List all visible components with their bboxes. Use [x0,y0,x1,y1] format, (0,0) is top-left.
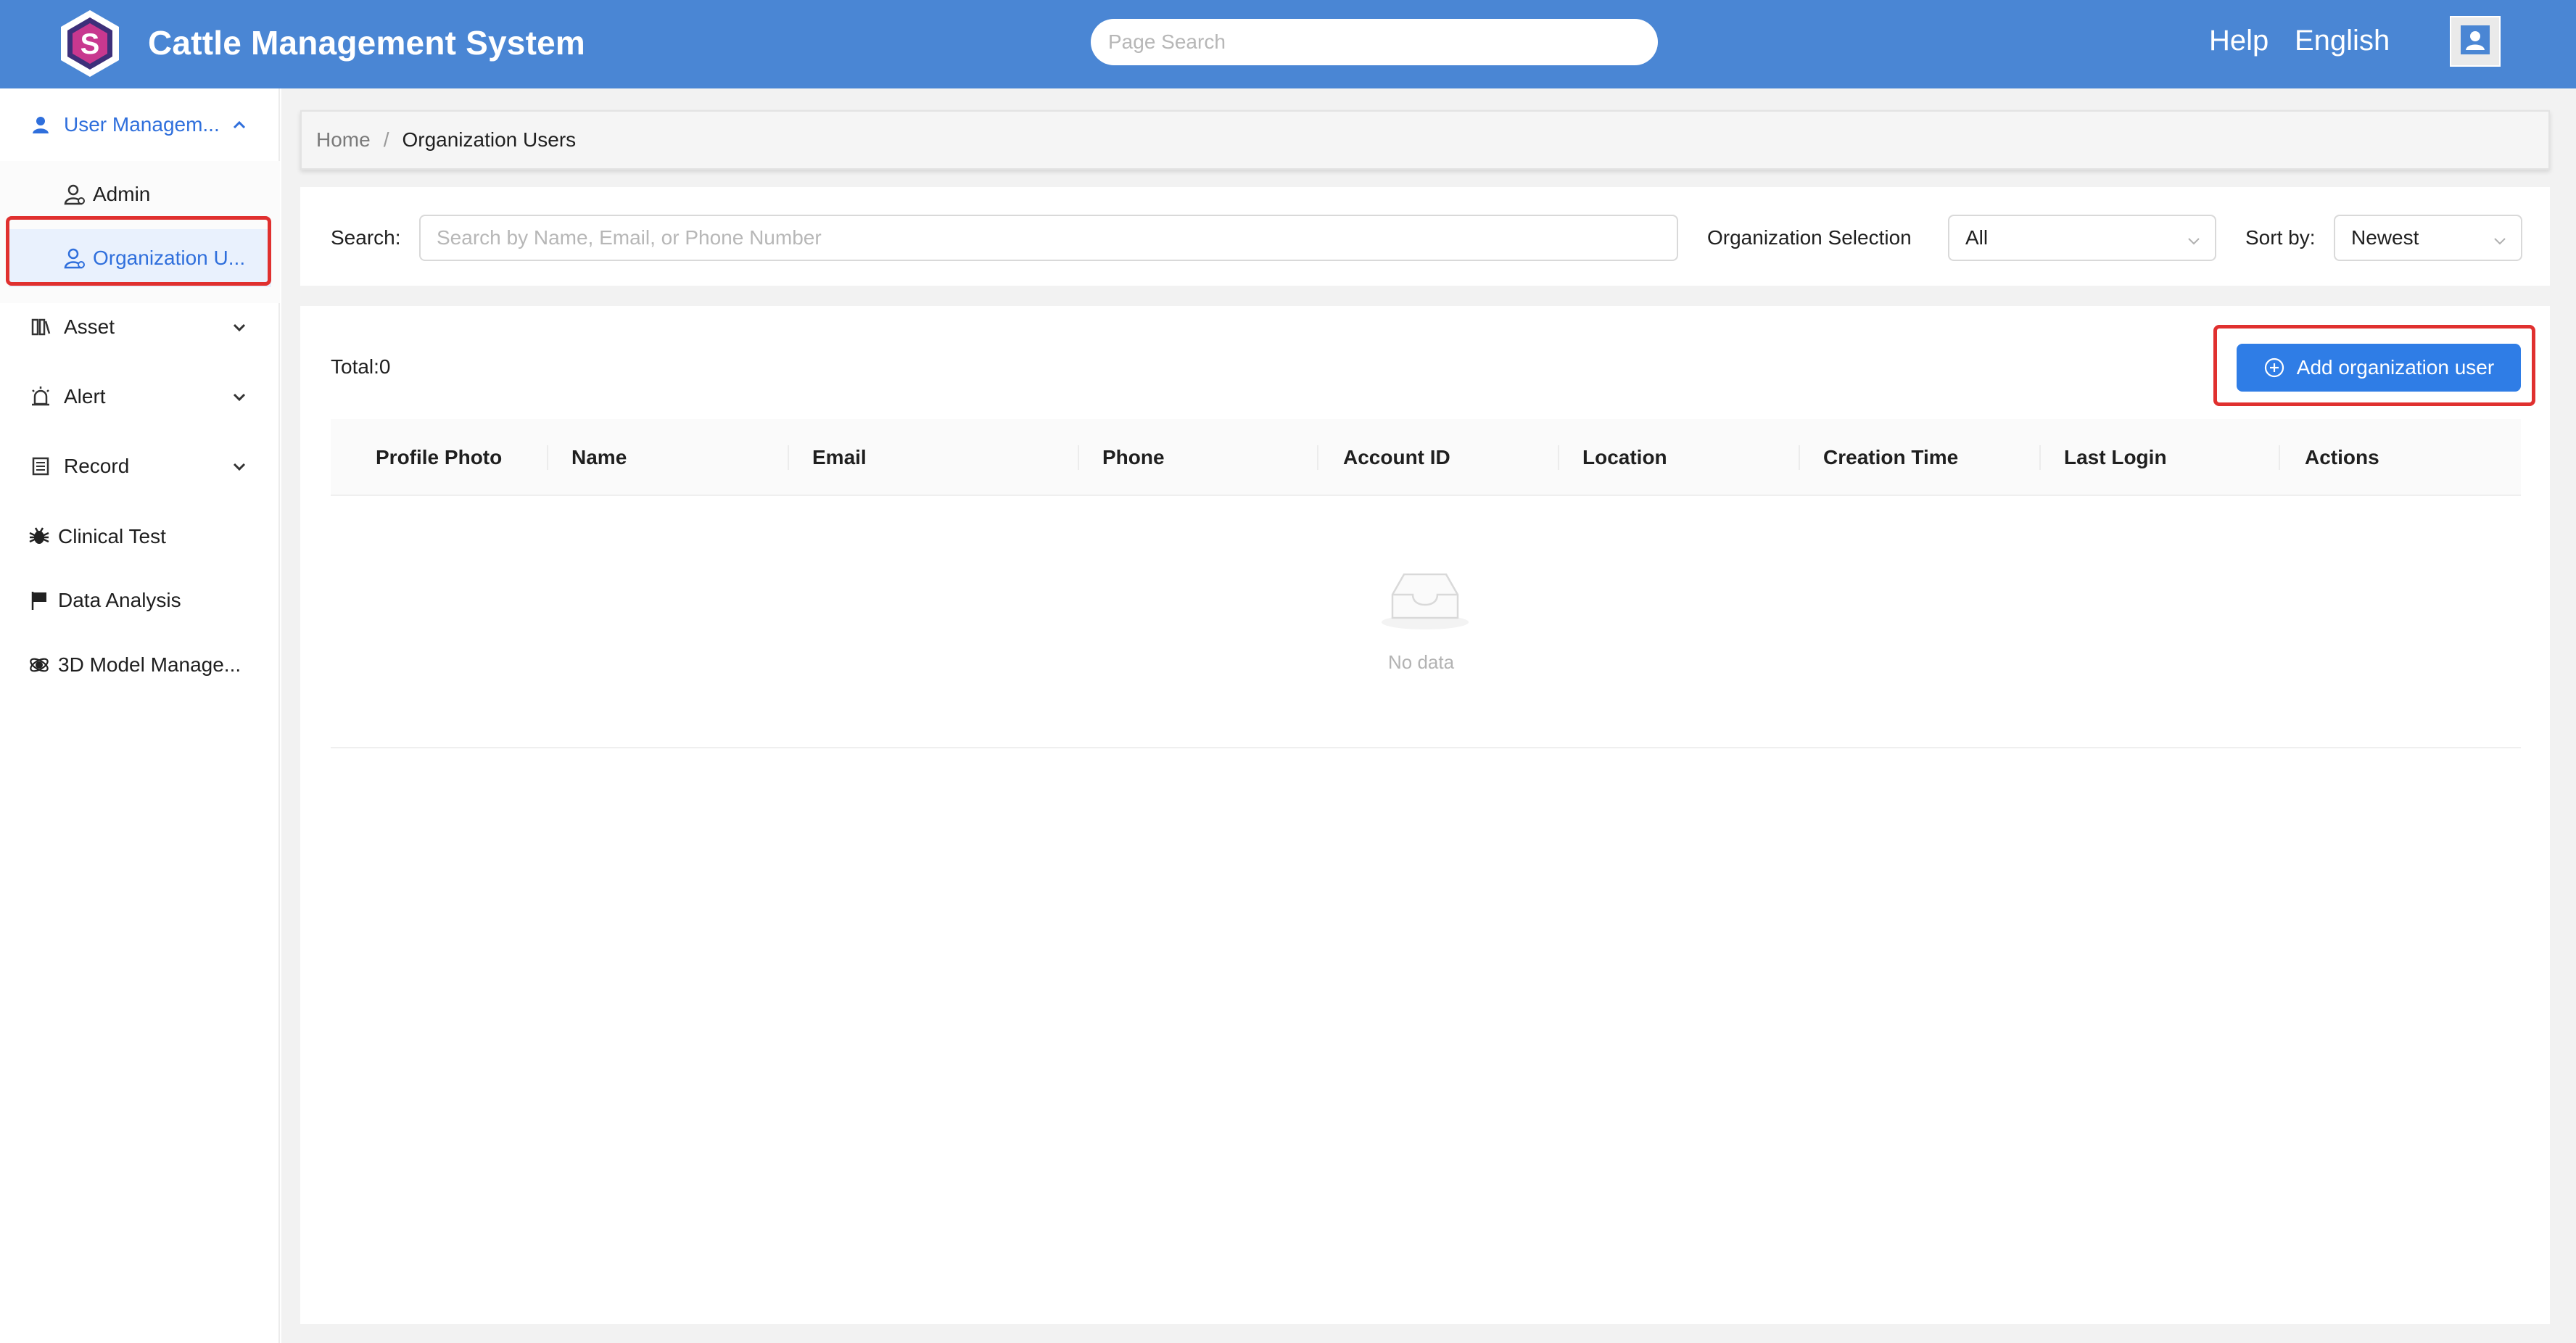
chevron-down-icon [2186,231,2202,247]
svg-text:S: S [80,28,100,60]
organization-selection-label: Organization Selection [1707,226,1912,249]
breadcrumb-home[interactable]: Home [316,128,371,152]
sidebar-item-admin[interactable]: Admin [9,165,271,223]
column-divider [2039,445,2041,470]
sidebar: User Managem... Admin Organization U... [0,88,280,1343]
chevron-down-icon [2492,231,2508,247]
page-search-input[interactable] [1091,19,1658,65]
column-header-account-id[interactable]: Account ID [1343,419,1450,496]
sort-by-label: Sort by: [2245,226,2316,249]
sidebar-item-label: Clinical Test [58,525,166,547]
table-header-row: Profile Photo Name Email Phone Account I… [331,419,2521,496]
empty-inbox-icon [1378,566,1472,631]
sidebar-item-label: 3D Model Manage... [58,653,242,676]
user-avatar-icon [2461,25,2490,58]
column-header-creation-time[interactable]: Creation Time [1823,419,1958,496]
column-header-profile-photo[interactable]: Profile Photo [376,419,502,496]
sidebar-item-asset[interactable]: Asset [0,298,280,356]
column-header-name[interactable]: Name [571,419,627,496]
user-outline-icon [62,182,87,207]
alarm-icon [29,385,52,408]
sidebar-item-record[interactable]: Record [0,437,280,495]
sidebar-item-label: Admin [93,183,151,205]
column-divider [1558,445,1559,470]
help-link[interactable]: Help [2209,25,2269,57]
chevron-down-icon [231,318,248,336]
sidebar-item-organization-users[interactable]: Organization U... [9,229,271,287]
column-divider [1078,445,1079,470]
column-header-location[interactable]: Location [1582,419,1667,496]
column-divider [2279,445,2280,470]
user-outline-icon [62,246,87,270]
plus-circle-icon [2263,357,2285,379]
flag-icon [28,589,51,612]
chevron-down-icon [231,458,248,475]
user-icon [29,113,52,136]
total-count: Total:0 [331,355,391,378]
sidebar-item-label: Asset [64,315,115,338]
sidebar-item-clinical-test[interactable]: Clinical Test [0,508,280,566]
sort-by-select-value: Newest [2351,226,2419,249]
column-divider [788,445,789,470]
column-header-last-login[interactable]: Last Login [2064,419,2167,496]
sidebar-item-label: Organization U... [93,247,246,269]
breadcrumb-separator: / [383,128,389,151]
column-divider [1799,445,1800,470]
add-organization-user-button[interactable]: Add organization user [2237,344,2521,392]
organization-select-value: All [1965,226,1989,249]
model-icon [28,653,51,677]
column-header-email[interactable]: Email [812,419,867,496]
column-divider [547,445,548,470]
sidebar-item-3d-model-management[interactable]: 3D Model Manage... [0,636,280,694]
table-bottom-border [331,747,2521,748]
user-search-input[interactable] [419,215,1678,261]
top-header: S Cattle Management System Help English [0,0,2576,88]
breadcrumb-current: Organization Users [402,128,577,151]
app-title: Cattle Management System [148,24,585,62]
sidebar-item-data-analysis[interactable]: Data Analysis [0,571,280,629]
bug-icon [28,525,51,548]
record-icon [29,455,52,478]
column-divider [1317,445,1318,470]
sidebar-item-label: User Managem... [64,113,220,136]
sidebar-item-user-management[interactable]: User Managem... [0,96,280,154]
column-header-phone[interactable]: Phone [1102,419,1165,496]
chevron-down-icon [231,388,248,405]
add-organization-user-label: Add organization user [2296,356,2495,379]
chevron-up-icon [231,116,248,133]
sidebar-item-label: Record [64,455,130,477]
language-selector[interactable]: English [2295,25,2390,57]
search-label: Search: [331,226,401,249]
empty-state-text: No data [1388,651,1455,673]
sidebar-item-label: Data Analysis [58,589,181,611]
user-avatar-button[interactable] [2450,16,2501,67]
column-header-actions: Actions [2305,446,2379,468]
sort-by-select[interactable]: Newest [2334,215,2522,261]
sidebar-item-label: Alert [64,385,106,408]
breadcrumb: Home / Organization Users [300,110,2550,170]
app-logo[interactable]: S [55,7,125,80]
sidebar-item-alert[interactable]: Alert [0,368,280,426]
asset-icon [29,315,52,339]
organization-select[interactable]: All [1948,215,2216,261]
